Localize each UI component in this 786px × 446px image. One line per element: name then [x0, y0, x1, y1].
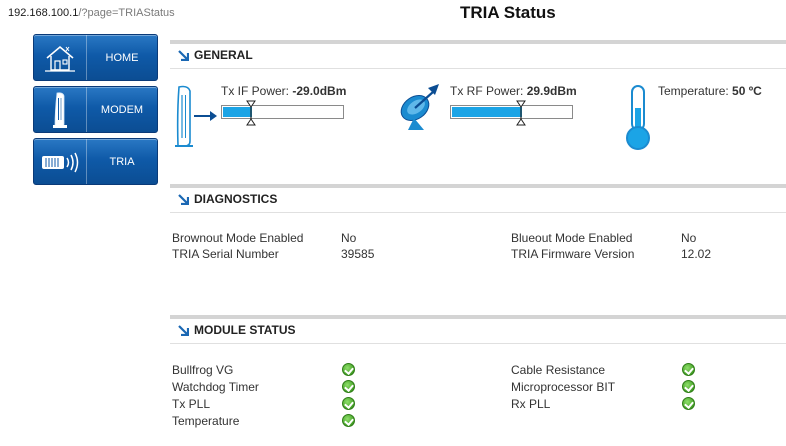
- module-label: Rx PLL: [511, 397, 551, 411]
- temperature-label: Temperature: 50 ºC: [658, 84, 762, 98]
- check-icon: [682, 363, 695, 376]
- module-status-section-header: MODULE STATUS: [170, 315, 786, 344]
- nav-home-label: HOME: [105, 51, 139, 64]
- module-label: Tx PLL: [172, 397, 211, 411]
- check-icon: [342, 397, 355, 410]
- tx-rf-power-fill: [452, 107, 522, 117]
- nav-modem-label: MODEM: [100, 103, 144, 116]
- tx-rf-power-bar: [450, 105, 573, 119]
- tria-icon: [34, 139, 87, 184]
- address-path: /?page=TRIAStatus: [78, 7, 175, 19]
- module-label: Microprocessor BIT: [511, 380, 616, 394]
- temperature-label-text: Temperature:: [658, 84, 729, 98]
- thermometer-icon: [626, 85, 650, 150]
- module-label: Temperature: [172, 414, 240, 428]
- page-title: TRIA Status: [460, 3, 556, 22]
- check-icon: [342, 363, 355, 376]
- diag-value: No: [681, 231, 697, 245]
- satellite-dish-icon: [400, 84, 439, 130]
- tx-if-power-bar: [221, 105, 344, 119]
- general-title: GENERAL: [194, 48, 253, 62]
- module-label: Watchdog Timer: [172, 380, 259, 394]
- diagnostics-section-header: DIAGNOSTICS: [170, 184, 786, 213]
- tx-if-label-text: Tx IF Power:: [221, 84, 290, 98]
- tx-if-marker-icon: [246, 100, 256, 126]
- nav-tria-label: TRIA: [109, 155, 135, 168]
- diag-label: Blueout Mode Enabled: [511, 231, 633, 245]
- nav-tria-button[interactable]: TRIA: [33, 138, 158, 185]
- diag-label: TRIA Firmware Version: [511, 247, 635, 261]
- section-arrow-icon: [178, 325, 189, 336]
- tx-rf-power-label: Tx RF Power: 29.9dBm: [450, 84, 577, 98]
- tx-rf-label-text: Tx RF Power:: [450, 84, 524, 98]
- diagnostics-title: DIAGNOSTICS: [194, 192, 278, 206]
- module-label: Cable Resistance: [511, 363, 606, 377]
- module-status-title: MODULE STATUS: [194, 323, 296, 337]
- nav-home-button[interactable]: HOME: [33, 34, 158, 81]
- check-icon: [342, 380, 355, 393]
- section-arrow-icon: [178, 194, 189, 205]
- check-icon: [342, 414, 355, 427]
- nav-modem-button[interactable]: MODEM: [33, 86, 158, 133]
- tx-rf-power-value: 29.9dBm: [526, 84, 577, 98]
- diag-value: No: [341, 231, 357, 245]
- tx-if-power-label: Tx IF Power: -29.0dBm: [221, 84, 346, 98]
- diag-label: TRIA Serial Number: [172, 247, 279, 261]
- house-icon: [34, 35, 87, 80]
- address-host: 192.168.100.1: [8, 7, 79, 19]
- address-bar[interactable]: 192.168.100.1/?page=TRIAStatus: [8, 7, 175, 19]
- diag-value: 12.02: [681, 247, 712, 261]
- diag-value: 39585: [341, 247, 375, 261]
- tx-if-power-value: -29.0dBm: [292, 84, 347, 98]
- modem-tx-icon: [175, 85, 217, 147]
- check-icon: [682, 397, 695, 410]
- diag-label: Brownout Mode Enabled: [172, 231, 304, 245]
- module-label: Bullfrog VG: [172, 363, 234, 377]
- section-arrow-icon: [178, 50, 189, 61]
- tx-rf-marker-icon: [516, 100, 526, 126]
- temperature-value: 50 ºC: [732, 84, 762, 98]
- check-icon: [682, 380, 695, 393]
- modem-icon: [34, 87, 87, 132]
- general-section-header: GENERAL: [170, 40, 786, 69]
